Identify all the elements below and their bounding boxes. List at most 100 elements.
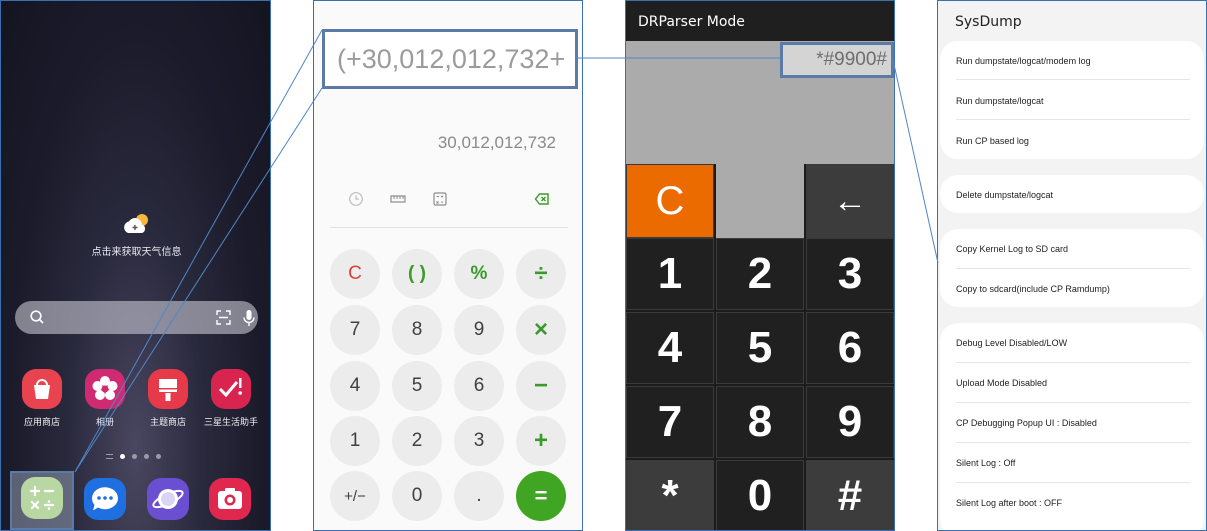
sysdump-group-copy: Copy Kernel Log to SD card Copy to sdcar… xyxy=(940,229,1204,307)
scan-icon[interactable] xyxy=(216,310,231,325)
menu-silent-log-after-boot[interactable]: Silent Log after boot : OFF xyxy=(956,498,1190,508)
drp-key-backspace[interactable]: ← xyxy=(806,164,894,238)
menu-separator xyxy=(956,362,1190,363)
backspace-icon[interactable] xyxy=(534,191,550,207)
drp-key-0[interactable]: 0 xyxy=(716,460,804,530)
weather-prompt[interactable]: 点击来获取天气信息 xyxy=(1,243,270,258)
page-dot xyxy=(144,454,149,459)
menu-debug-level[interactable]: Debug Level Disabled/LOW xyxy=(956,338,1190,348)
sysdump-group-delete: Delete dumpstate/logcat xyxy=(940,175,1204,213)
app-gallery[interactable]: 相册 xyxy=(74,369,136,428)
expression-display[interactable]: (+30,012,012,732+ xyxy=(337,44,565,75)
drparser-panel: DRParser Mode *#9900# C ← 1 2 3 4 5 6 7 … xyxy=(625,0,895,531)
scientific-mode-icon[interactable] xyxy=(432,191,448,207)
menu-silent-log[interactable]: Silent Log : Off xyxy=(956,458,1190,468)
page-indicator[interactable] xyxy=(106,454,161,459)
app-label: 应用商店 xyxy=(23,418,60,428)
menu-separator xyxy=(956,402,1190,403)
menu-run-dumpstate-logcat[interactable]: Run dumpstate/logcat xyxy=(956,96,1190,106)
drp-key-6[interactable]: 6 xyxy=(806,312,894,384)
page-dot xyxy=(156,454,161,459)
expression-display-highlight: (+30,012,012,732+ xyxy=(322,29,578,89)
key-add[interactable]: + xyxy=(516,416,566,466)
drp-key-1[interactable]: 1 xyxy=(626,238,714,310)
key-7[interactable]: 7 xyxy=(330,305,380,355)
key-negate[interactable]: +/− xyxy=(330,471,380,521)
key-4[interactable]: 4 xyxy=(330,361,380,411)
code-display-highlight: *#9900# xyxy=(780,42,894,78)
app-samsung-free[interactable]: 三星生活助手 xyxy=(200,369,262,428)
sysdump-panel: SysDump Run dumpstate/logcat/modem log R… xyxy=(937,0,1207,531)
code-display: *#9900# xyxy=(816,49,887,70)
key-clear[interactable]: C xyxy=(330,249,380,299)
key-9[interactable]: 9 xyxy=(454,305,504,355)
drp-key-9[interactable]: 9 xyxy=(806,386,894,458)
menu-separator xyxy=(956,268,1190,269)
menu-separator xyxy=(956,119,1190,120)
calculator-icon[interactable] xyxy=(21,477,63,519)
app-galaxy-store[interactable]: 应用商店 xyxy=(11,369,73,428)
drp-key-2[interactable]: 2 xyxy=(716,238,804,310)
app-label: 主题商店 xyxy=(149,418,186,428)
menu-cp-debugging-popup[interactable]: CP Debugging Popup UI : Disabled xyxy=(956,418,1190,428)
menu-separator xyxy=(956,442,1190,443)
key-decimal[interactable]: . xyxy=(454,471,504,521)
menu-separator xyxy=(956,79,1190,80)
calculator-panel: (+30,012,012,732+ 30,012,012,732 C ( ) %… xyxy=(313,0,583,531)
key-6[interactable]: 6 xyxy=(454,361,504,411)
key-1[interactable]: 1 xyxy=(330,416,380,466)
menu-copy-kernel-log[interactable]: Copy Kernel Log to SD card xyxy=(956,244,1190,254)
menu-run-cp-based-log[interactable]: Run CP based log xyxy=(956,136,1190,146)
search-bar[interactable] xyxy=(15,301,258,334)
calculator-toolbar xyxy=(314,191,582,211)
menu-upload-mode[interactable]: Upload Mode Disabled xyxy=(956,378,1190,388)
drp-key-7[interactable]: 7 xyxy=(626,386,714,458)
theme-store-icon xyxy=(148,369,188,409)
key-equals[interactable]: = xyxy=(516,471,566,521)
samsung-free-icon xyxy=(211,369,251,409)
gallery-flower-icon xyxy=(85,369,125,409)
result-preview: 30,012,012,732 xyxy=(437,133,556,152)
toolbar-divider xyxy=(330,227,568,228)
page-indicator-menu xyxy=(106,454,113,459)
key-percent[interactable]: % xyxy=(454,249,504,299)
page-dot xyxy=(120,454,125,459)
key-3[interactable]: 3 xyxy=(454,416,504,466)
drp-key-star[interactable]: * xyxy=(626,460,714,530)
microphone-icon[interactable] xyxy=(242,309,256,327)
ruler-icon[interactable] xyxy=(390,191,406,207)
camera-icon[interactable] xyxy=(209,478,251,520)
drp-key-clear[interactable]: C xyxy=(626,164,714,238)
search-icon xyxy=(30,310,44,324)
sysdump-group-debug: Debug Level Disabled/LOW Upload Mode Dis… xyxy=(940,323,1204,530)
drp-key-3[interactable]: 3 xyxy=(806,238,894,310)
sysdump-title: SysDump xyxy=(955,14,1022,30)
drp-key-8[interactable]: 8 xyxy=(716,386,804,458)
app-label: 三星生活助手 xyxy=(203,418,258,428)
drparser-title: DRParser Mode xyxy=(626,1,894,41)
history-icon[interactable] xyxy=(348,191,364,207)
page-dot xyxy=(132,454,137,459)
internet-icon[interactable] xyxy=(147,478,189,520)
drp-key-hash[interactable]: # xyxy=(806,460,894,530)
home-screen-panel: 点击来获取天气信息 应用商店 相册 主题商店 三星生活助手 xyxy=(0,0,271,531)
key-multiply[interactable]: × xyxy=(516,305,566,355)
key-divide[interactable]: ÷ xyxy=(516,249,566,299)
key-5[interactable]: 5 xyxy=(392,361,442,411)
drp-key-5[interactable]: 5 xyxy=(716,312,804,384)
menu-copy-to-sdcard[interactable]: Copy to sdcard(include CP Ramdump) xyxy=(956,284,1190,294)
messages-icon[interactable] xyxy=(84,478,126,520)
weather-cloud-icon[interactable] xyxy=(122,213,150,235)
galaxy-store-icon xyxy=(22,369,62,409)
drp-key-4[interactable]: 4 xyxy=(626,312,714,384)
menu-run-dumpstate-logcat-modem[interactable]: Run dumpstate/logcat/modem log xyxy=(956,56,1190,66)
key-2[interactable]: 2 xyxy=(392,416,442,466)
key-subtract[interactable]: − xyxy=(516,361,566,411)
drp-key-blank xyxy=(716,164,804,238)
key-0[interactable]: 0 xyxy=(392,471,442,521)
app-theme-store[interactable]: 主题商店 xyxy=(137,369,199,428)
app-label: 相册 xyxy=(95,418,114,428)
key-8[interactable]: 8 xyxy=(392,305,442,355)
menu-delete-dumpstate-logcat[interactable]: Delete dumpstate/logcat xyxy=(956,190,1190,200)
key-parentheses[interactable]: ( ) xyxy=(392,249,442,299)
